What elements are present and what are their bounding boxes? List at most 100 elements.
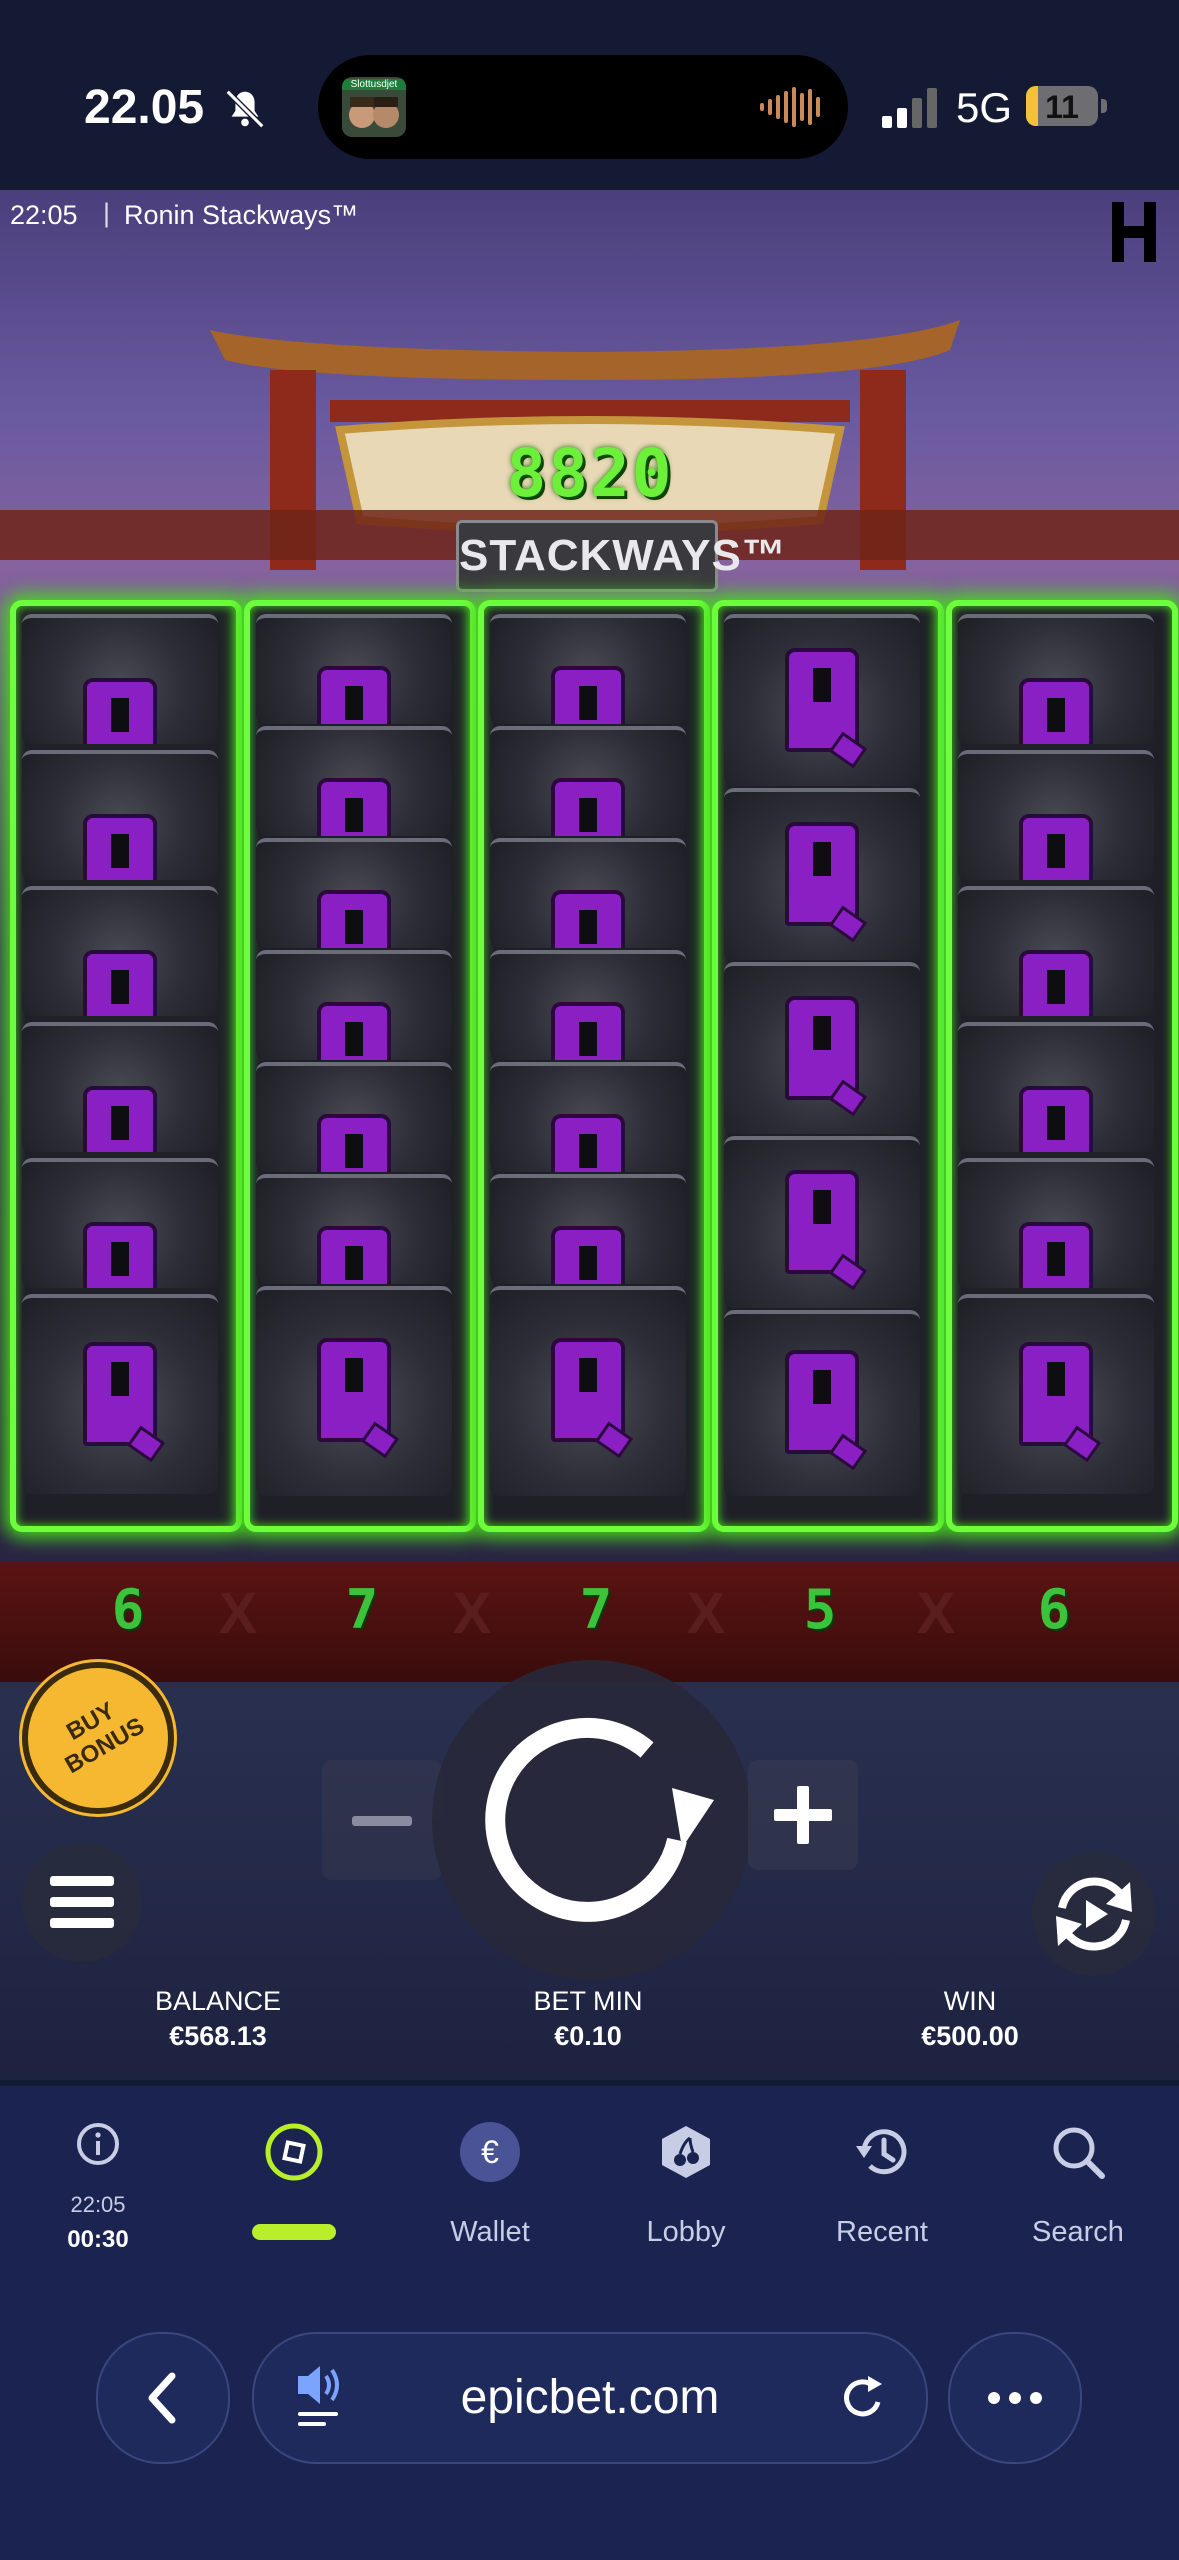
network-type: 5G [956,84,1013,131]
nav-game[interactable] [196,2086,392,2286]
bet-display[interactable]: BET MIN €0.10 [488,1986,688,2052]
reel-cell [958,1022,1154,1152]
battery-level: 11 [1045,89,1079,125]
reel-cell [958,1294,1154,1494]
reel-cell [22,1022,218,1152]
dynamic-island: Slottusdjet [318,55,848,159]
stackways-banner: STACKWAYS™ [456,520,786,592]
bottom-nav: 22:05 00:30 € Wallet Lobby Recent Search [0,2086,1179,2316]
nav-lobby[interactable]: Lobby [588,2086,784,2286]
reel-cell [22,614,218,744]
reel-cell [958,886,1154,1016]
win-multiplier: 8820 [506,435,674,512]
nav-search[interactable]: Search [980,2086,1176,2286]
nav-info[interactable]: 22:05 00:30 [0,2086,196,2286]
reel [946,600,1178,1532]
reel-cell [256,1286,452,1496]
nav-label-lobby: Lobby [646,2216,726,2248]
url-text: epicbet.com [460,2371,720,2424]
buy-bonus-label: BUY BONUS [60,1697,150,1780]
reels-grid [10,600,1178,1532]
reel-cell [22,1294,218,1494]
status-clock: 22.05 [84,81,205,134]
info-icon [77,2123,119,2165]
bet-value: €0.10 [554,2021,622,2051]
live-activity-avatar: Slottusdjet [342,77,406,137]
euro-icon: € [460,2122,520,2182]
browser-more-button[interactable] [948,2332,1082,2464]
reel-count: 7 [345,1578,379,1641]
svg-text:€: € [481,2134,499,2170]
battery-icon: 11 [1026,86,1107,126]
game-canvas[interactable]: 22:05 | Ronin Stackways™ 8820 STACKWAYS™ [0,190,1179,2080]
reel-cell [256,838,452,948]
info-clock: 22:05 [70,2192,126,2217]
reel-count: 6 [1037,1578,1071,1641]
live-activity-label: Slottusdjet [342,79,406,90]
reel-cell [490,1286,686,1496]
nav-label-recent: Recent [836,2216,928,2248]
reel [244,600,476,1532]
reel-cell [958,614,1154,744]
reel [712,600,944,1532]
nav-wallet[interactable]: € Wallet [392,2086,588,2286]
bell-slash-icon [225,89,265,129]
reload-icon[interactable] [838,2372,890,2424]
reel-cell [490,1174,686,1284]
reel [478,600,710,1532]
reel-cell [724,1310,920,1496]
browser-toolbar: epicbet.com [0,2316,1179,2560]
balance-value: €568.13 [169,2021,267,2051]
reel-cell [724,614,920,786]
count-separator: X [916,1581,956,1646]
plus-icon [774,1786,832,1844]
reel-cell [490,1062,686,1172]
reel-cell [724,1136,920,1308]
reel-cell [724,788,920,960]
back-icon [148,2372,176,2424]
more-icon [988,2392,1042,2404]
reel [10,600,242,1532]
nav-recent[interactable]: Recent [784,2086,980,2286]
reel-cell [256,726,452,836]
balance-label: BALANCE [154,1986,282,2016]
reel-cell [724,962,920,1134]
autoplay-icon [1056,1877,1132,1951]
bet-label: BET MIN [533,1986,643,2016]
reel-cell [256,950,452,1060]
count-separator: X [686,1581,726,1646]
nav-label-wallet: Wallet [450,2216,530,2248]
reel-cell [22,886,218,1016]
minus-icon [352,1816,412,1826]
active-tab-indicator [252,2224,336,2240]
signal-icon [882,88,937,128]
win-value: €500.00 [921,2021,1019,2051]
reel-cell [256,1174,452,1284]
autoplay-button[interactable] [1032,1852,1156,1976]
reel-cell [256,614,452,724]
reel-cell [958,750,1154,880]
menu-icon [50,1876,114,1928]
browser-back-button[interactable] [96,2332,230,2464]
nav-label-search: Search [1032,2216,1124,2248]
decrease-bet-button[interactable] [322,1760,442,1880]
reel-count: 6 [111,1578,145,1641]
reel-cell [256,1062,452,1172]
game-clock: 22:05 [10,200,78,230]
reel-cell [490,950,686,1060]
reel-cell [22,1158,218,1288]
game-menu-button[interactable] [22,1842,142,1962]
count-separator: X [218,1581,258,1646]
game-title: Ronin Stackways™ [124,200,359,230]
count-separator: X [452,1581,492,1646]
game-icon [265,2123,323,2181]
session-timer: 00:30 [67,2226,129,2253]
spin-button[interactable] [432,1660,752,1980]
address-bar[interactable]: epicbet.com [252,2332,928,2464]
search-icon [1053,2127,1105,2179]
reel-cell [22,750,218,880]
reel-count: 7 [579,1578,613,1641]
reel-count: 5 [803,1578,837,1641]
increase-bet-button[interactable] [748,1760,858,1870]
buy-bonus-button[interactable]: BUY BONUS [22,1662,174,1814]
